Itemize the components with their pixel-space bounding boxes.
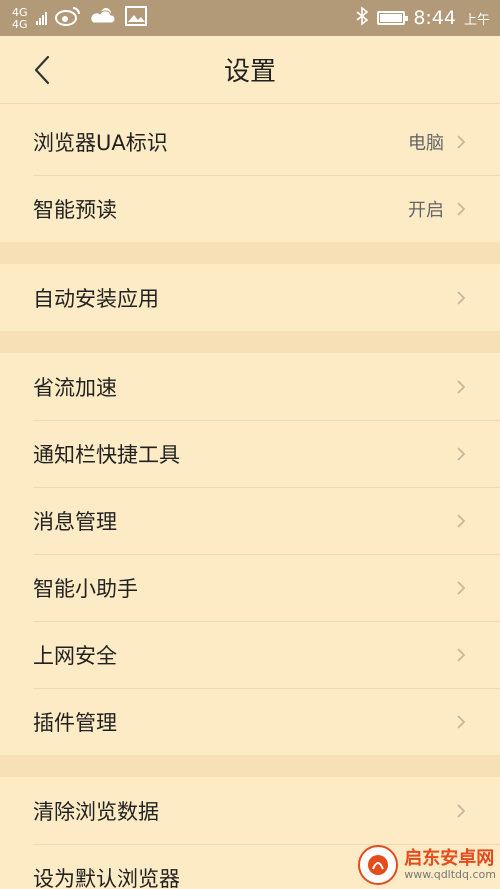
image-icon — [124, 6, 147, 30]
setting-browsing-security[interactable]: 上网安全 — [0, 621, 500, 688]
setting-label: 智能小助手 — [33, 576, 138, 601]
bluetooth-icon — [355, 6, 369, 30]
chevron-right-icon — [456, 379, 466, 395]
status-left: 4G 4G — [12, 5, 147, 31]
signal-icon — [35, 11, 47, 25]
setting-label: 插件管理 — [33, 710, 117, 735]
watermark-logo-icon — [358, 845, 399, 885]
group-divider — [0, 331, 500, 353]
page-title: 设置 — [223, 57, 276, 87]
network-label-2: 4G — [12, 17, 28, 31]
setting-clear-data[interactable]: 清除浏览数据 — [0, 777, 500, 844]
setting-auto-install[interactable]: 自动安装应用 — [0, 264, 500, 331]
network-label-1: 4G — [12, 5, 28, 19]
setting-label: 省流加速 — [33, 375, 117, 400]
setting-notification-tools[interactable]: 通知栏快捷工具 — [0, 420, 500, 487]
clock-ampm: 上午 — [463, 12, 490, 28]
chevron-right-icon — [456, 134, 466, 150]
weibo-icon — [54, 5, 81, 31]
setting-label: 清除浏览数据 — [33, 799, 159, 824]
setting-label: 浏览器UA标识 — [33, 130, 168, 155]
setting-plugin-management[interactable]: 插件管理 — [0, 688, 500, 755]
setting-label: 上网安全 — [33, 643, 117, 668]
chevron-right-icon — [456, 290, 466, 306]
chevron-right-icon — [456, 647, 466, 663]
watermark-name: 启东安卓网 — [404, 847, 495, 869]
setting-smart-assistant[interactable]: 智能小助手 — [0, 554, 500, 621]
watermark-text: 启东安卓网 www.qdltdq.com — [404, 847, 496, 881]
weather-icon — [89, 5, 117, 31]
watermark-url: www.qdltdq.com — [404, 867, 496, 881]
status-bar: 4G 4G 8:44 上午 — [0, 0, 500, 36]
network-indicator: 4G 4G — [12, 7, 28, 30]
battery-icon — [377, 11, 409, 25]
back-button[interactable] — [22, 50, 62, 90]
watermark: 启东安卓网 www.qdltdq.com — [358, 845, 496, 885]
status-right: 8:44 上午 — [355, 6, 490, 30]
chevron-right-icon — [456, 803, 466, 819]
group-divider — [0, 755, 500, 777]
setting-label: 消息管理 — [33, 509, 117, 534]
header: 设置 — [0, 36, 500, 104]
setting-smart-preload[interactable]: 智能预读 开启 — [0, 175, 500, 242]
chevron-right-icon — [456, 513, 466, 529]
setting-value: 开启 — [408, 199, 444, 221]
chevron-right-icon — [456, 201, 466, 217]
clock-time: 8:44 — [413, 7, 456, 29]
setting-label: 自动安装应用 — [33, 286, 159, 311]
setting-label: 通知栏快捷工具 — [33, 442, 180, 467]
setting-label: 智能预读 — [33, 197, 117, 222]
setting-data-saver[interactable]: 省流加速 — [0, 353, 500, 420]
settings-list: 浏览器UA标识 电脑 智能预读 开启 自动安装应用 省流加速 通知栏快捷工具 消… — [0, 104, 500, 889]
chevron-right-icon — [456, 580, 466, 596]
chevron-right-icon — [456, 714, 466, 730]
setting-value: 电脑 — [408, 132, 444, 154]
setting-ua-identity[interactable]: 浏览器UA标识 电脑 — [0, 108, 500, 175]
back-chevron-icon — [34, 55, 50, 85]
setting-message-management[interactable]: 消息管理 — [0, 487, 500, 554]
chevron-right-icon — [456, 446, 466, 462]
group-divider — [0, 242, 500, 264]
